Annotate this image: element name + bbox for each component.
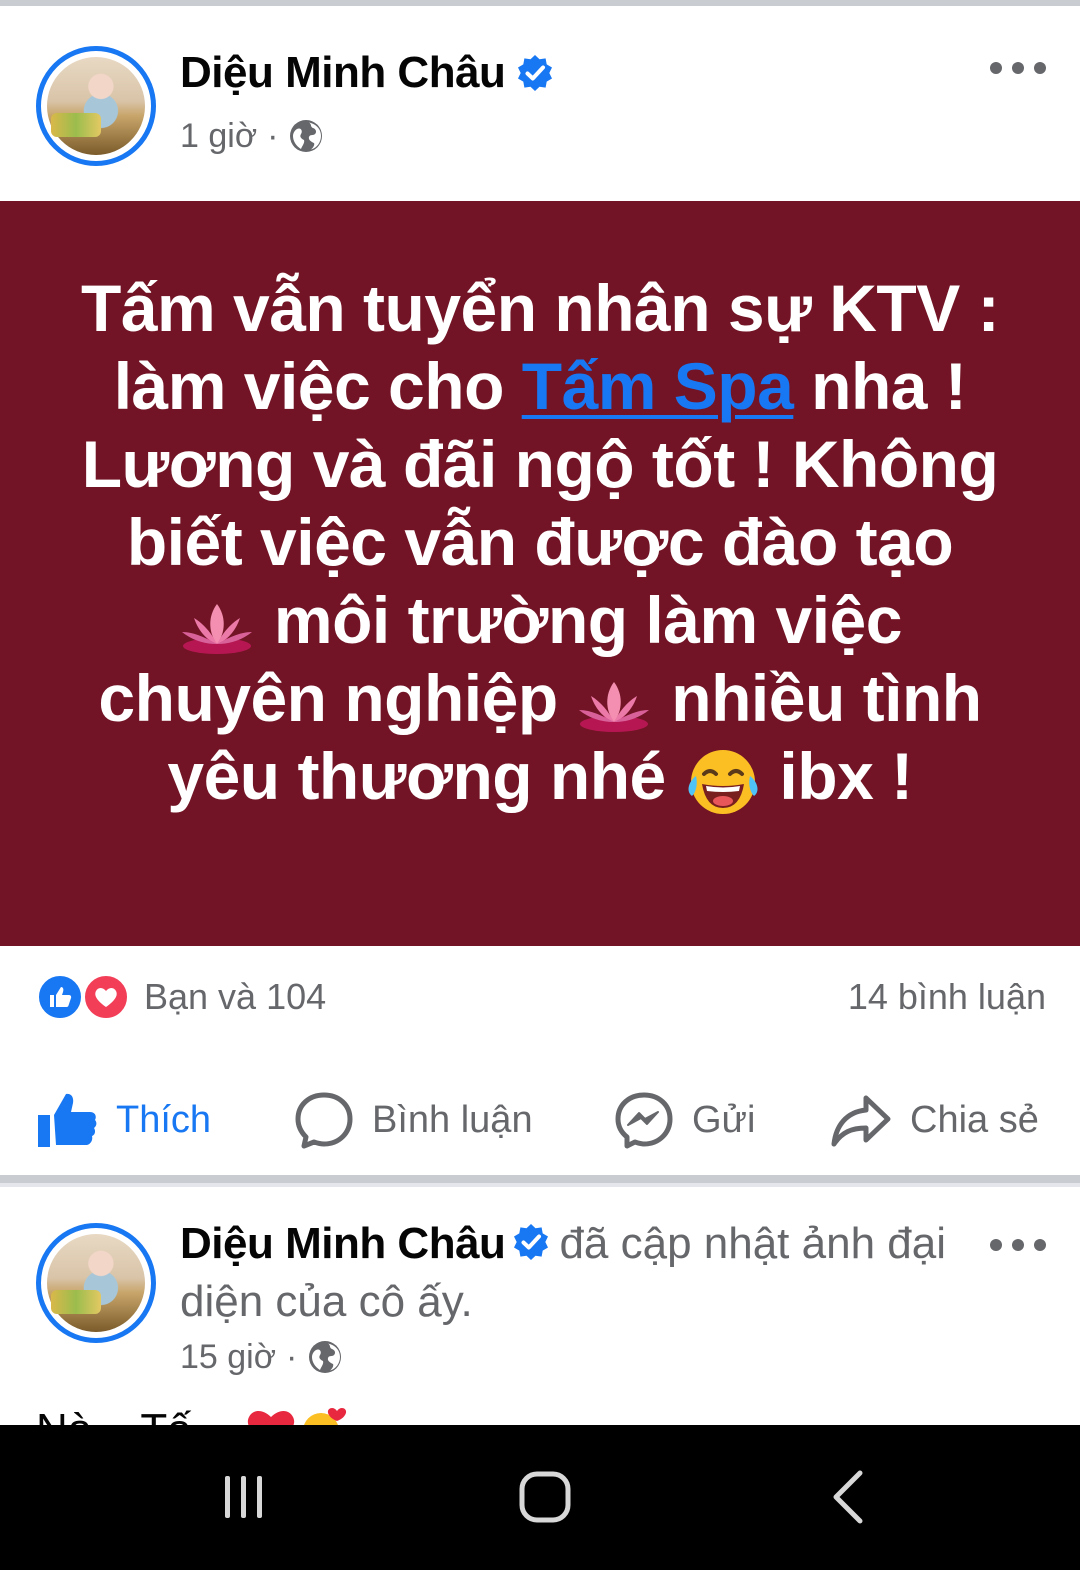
post-text-line: chuyên nghiệp nhiều tình [98, 661, 982, 736]
thumbs-up-icon [38, 1093, 97, 1147]
reaction-count: Bạn và 104 [144, 976, 327, 1017]
love-reaction-icon [82, 973, 130, 1021]
post-divider [0, 1175, 1080, 1187]
post-time[interactable]: 1 giờ [180, 117, 257, 156]
post-text-line: môi trường làm việc [80, 581, 1000, 659]
send-button[interactable]: Gửi [614, 1070, 755, 1170]
globe-icon[interactable] [288, 118, 324, 154]
lotus-icon [182, 603, 253, 654]
author-name[interactable]: Diệu Minh Châu [180, 1219, 506, 1268]
meta-separator: · [286, 1337, 298, 1376]
author-avatar[interactable] [36, 46, 156, 166]
verified-badge-icon [518, 55, 553, 91]
like-reaction-icon [36, 973, 84, 1021]
face-with-tears-of-joy-icon [688, 749, 758, 814]
post-time[interactable]: 15 giờ [180, 1338, 276, 1377]
meta-separator: · [267, 116, 279, 155]
reactions-summary[interactable]: Bạn và 104 14 bình luận [36, 967, 1046, 1027]
comment-label: Bình luận [372, 1098, 533, 1141]
like-label: Thích [116, 1098, 212, 1141]
more-options-icon[interactable] [990, 62, 1046, 76]
author-name[interactable]: Diệu Minh Châu [180, 48, 506, 98]
like-button[interactable]: Thích [36, 1070, 211, 1170]
globe-icon[interactable] [307, 1339, 343, 1375]
comment-button[interactable]: Bình luận [294, 1070, 533, 1170]
post-text-line: Lương và đãi ngộ tốt ! Không [81, 427, 999, 502]
reaction-icons [36, 971, 136, 1023]
post-actions: Thích Bình luận Gửi Chia sẻ [0, 1070, 1080, 1170]
comment-count[interactable]: 14 bình luận [848, 976, 1046, 1018]
post-meta: 15 giờ · [180, 1335, 343, 1379]
system-navigation-bar [0, 1425, 1080, 1570]
send-label: Gửi [692, 1098, 756, 1141]
recent-apps-icon[interactable] [204, 1465, 284, 1529]
share-arrow-icon [831, 1095, 891, 1147]
home-icon[interactable] [505, 1465, 585, 1529]
post-text-line: Tấm vẫn tuyển nhân sự KTV : [80, 271, 1000, 346]
text-post-card: Tấm vẫn tuyển nhân sự KTV : làm việc cho… [0, 201, 1080, 946]
post-header: Diệu Minh Châu đã cập nhật ảnh đại diện … [180, 1215, 980, 1331]
share-button[interactable]: Chia sẻ [830, 1070, 1039, 1170]
post-text: Tấm vẫn tuyển nhân sự KTV : làm việc cho… [80, 269, 1000, 818]
back-icon[interactable] [808, 1465, 888, 1529]
post-card: Diệu Minh Châu đã cập nhật ảnh đại diện … [0, 1187, 1080, 1427]
share-label: Chia sẻ [910, 1098, 1039, 1141]
messenger-icon [615, 1092, 673, 1149]
top-divider [0, 0, 1080, 10]
post-meta: 1 giờ · [180, 114, 324, 158]
lotus-icon [579, 681, 650, 732]
more-options-icon[interactable] [990, 1239, 1046, 1253]
author-avatar[interactable] [36, 1223, 156, 1343]
post-text-line: biết việc vẫn được đào tạo [126, 505, 954, 580]
post-text-line: làm việc cho Tấm Spa nha ! [113, 349, 967, 424]
comment-bubble-icon [295, 1092, 353, 1149]
post-text-line: yêu thương nhé ibx ! [80, 737, 1000, 818]
post-card: Diệu Minh Châu 1 giờ · Tấm vẫn tuyển nhâ… [0, 10, 1080, 1175]
page-link[interactable]: Tấm Spa [522, 349, 794, 423]
verified-badge-icon [514, 1224, 549, 1260]
author-row: Diệu Minh Châu [180, 46, 555, 100]
